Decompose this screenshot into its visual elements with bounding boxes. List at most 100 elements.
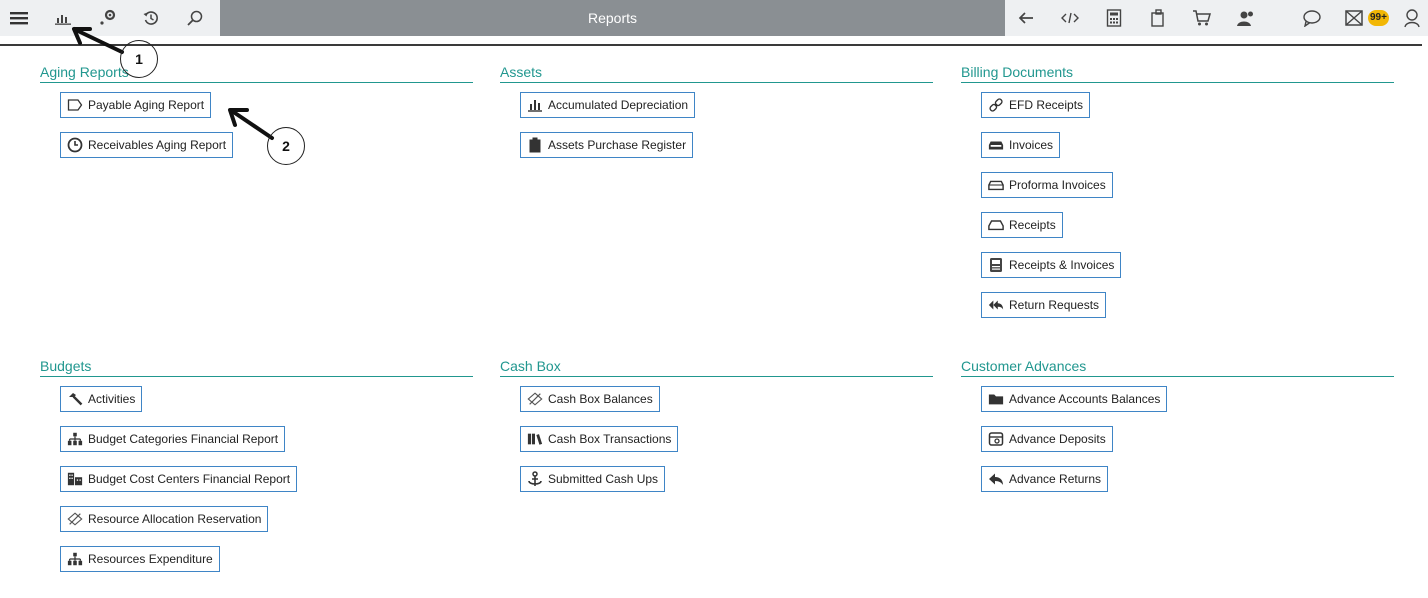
code-icon[interactable] bbox=[1059, 7, 1081, 29]
button-label: Cash Box Transactions bbox=[548, 432, 672, 446]
deposit-icon bbox=[988, 431, 1004, 447]
button-label: Advance Returns bbox=[1009, 472, 1102, 486]
search-icon[interactable] bbox=[184, 7, 206, 29]
invoices-button[interactable]: Invoices bbox=[981, 132, 1061, 158]
hammer-icon bbox=[67, 391, 83, 407]
button-label: Proforma Invoices bbox=[1009, 178, 1106, 192]
button-label: Resources Expenditure bbox=[88, 552, 213, 566]
page-title: Reports bbox=[587, 10, 638, 26]
section-divider bbox=[40, 376, 473, 377]
activities-button[interactable]: Activities bbox=[60, 386, 143, 412]
toolbar-title-area: Reports bbox=[220, 0, 1005, 36]
org-chart-icon bbox=[67, 551, 83, 567]
annotation-marker-2: 2 bbox=[267, 127, 305, 165]
section-cash-box: Cash Box Cash Box Balances Cash Box Tran… bbox=[500, 357, 933, 492]
clipboard-icon[interactable] bbox=[1147, 7, 1169, 29]
receipts-button[interactable]: Receipts bbox=[981, 212, 1063, 238]
section-title: Budgets bbox=[40, 358, 92, 374]
reports-chart-icon[interactable] bbox=[52, 7, 74, 29]
section-title: Assets bbox=[500, 64, 543, 80]
button-label: Receipts bbox=[1009, 218, 1056, 232]
tag-icon bbox=[67, 97, 83, 113]
button-label: Assets Purchase Register bbox=[548, 138, 687, 152]
advance-accounts-balances-button[interactable]: Advance Accounts Balances bbox=[981, 386, 1168, 412]
building-icon bbox=[67, 471, 83, 487]
assets-purchase-register-button[interactable]: Assets Purchase Register bbox=[520, 132, 694, 158]
section-divider bbox=[500, 376, 933, 377]
button-label: Receipts & Invoices bbox=[1009, 258, 1115, 272]
button-label: Accumulated Depreciation bbox=[548, 98, 689, 112]
cash-box-transactions-button[interactable]: Cash Box Transactions bbox=[520, 426, 679, 452]
button-label: Resource Allocation Reservation bbox=[88, 512, 262, 526]
button-label: Advance Deposits bbox=[1009, 432, 1106, 446]
return-requests-button[interactable]: Return Requests bbox=[981, 292, 1107, 318]
toolbar-right bbox=[1005, 0, 1428, 36]
folder-icon bbox=[988, 391, 1004, 407]
section-budgets: Budgets Activities Budget Categories Fin… bbox=[40, 357, 473, 572]
button-label: Advance Accounts Balances bbox=[1009, 392, 1161, 406]
proforma-invoices-button[interactable]: Proforma Invoices bbox=[981, 172, 1113, 198]
button-label: Return Requests bbox=[1009, 298, 1100, 312]
mail-icon[interactable] bbox=[1343, 7, 1365, 29]
tag-slash-icon bbox=[527, 391, 543, 407]
button-label: Activities bbox=[88, 392, 136, 406]
notification-badge: 99+ bbox=[1368, 10, 1389, 26]
payable-aging-report-button[interactable]: Payable Aging Report bbox=[60, 92, 212, 118]
button-label: Budget Categories Financial Report bbox=[88, 432, 279, 446]
org-chart-icon bbox=[67, 431, 83, 447]
button-label: Invoices bbox=[1009, 138, 1054, 152]
tray-outline-icon bbox=[988, 177, 1004, 193]
section-divider bbox=[40, 82, 473, 83]
receivables-aging-report-button[interactable]: Receivables Aging Report bbox=[60, 132, 234, 158]
cash-box-balances-button[interactable]: Cash Box Balances bbox=[520, 386, 660, 412]
anchor-icon bbox=[527, 471, 543, 487]
menu-icon[interactable] bbox=[8, 7, 30, 29]
chat-icon[interactable] bbox=[1301, 7, 1323, 29]
advance-returns-button[interactable]: Advance Returns bbox=[981, 466, 1109, 492]
section-assets: Assets Accumulated Depreciation Assets P… bbox=[500, 63, 933, 158]
settings-link-icon[interactable] bbox=[96, 7, 118, 29]
toolbar-left bbox=[0, 0, 220, 36]
button-label: Cash Box Balances bbox=[548, 392, 653, 406]
reply-icon bbox=[988, 471, 1004, 487]
top-toolbar: Reports 99+ bbox=[0, 0, 1428, 36]
section-title: Customer Advances bbox=[961, 358, 1087, 374]
clock-icon bbox=[67, 137, 83, 153]
button-label: Submitted Cash Ups bbox=[548, 472, 659, 486]
accumulated-depreciation-button[interactable]: Accumulated Depreciation bbox=[520, 92, 696, 118]
users-icon[interactable] bbox=[1235, 7, 1257, 29]
section-title: Cash Box bbox=[500, 358, 561, 374]
button-label: EFD Receipts bbox=[1009, 98, 1084, 112]
toolbar-divider bbox=[0, 44, 1422, 46]
section-title: Billing Documents bbox=[961, 64, 1074, 80]
section-billing-documents: Billing Documents EFD Receipts Invoices … bbox=[961, 63, 1394, 318]
efd-receipts-button[interactable]: EFD Receipts bbox=[981, 92, 1091, 118]
receipts-and-invoices-button[interactable]: Receipts & Invoices bbox=[981, 252, 1122, 278]
link-icon bbox=[988, 97, 1004, 113]
budget-cost-centers-financial-report-button[interactable]: Budget Cost Centers Financial Report bbox=[60, 466, 298, 492]
tag-slash-icon bbox=[67, 511, 83, 527]
resources-expenditure-button[interactable]: Resources Expenditure bbox=[60, 546, 220, 572]
button-label: Receivables Aging Report bbox=[88, 138, 227, 152]
advance-deposits-button[interactable]: Advance Deposits bbox=[981, 426, 1113, 452]
section-title: Aging Reports bbox=[40, 64, 129, 80]
user-profile-icon[interactable] bbox=[1401, 7, 1423, 29]
button-label: Payable Aging Report bbox=[88, 98, 205, 112]
annotation-marker-1: 1 bbox=[120, 40, 158, 78]
calculator-icon[interactable] bbox=[1103, 7, 1125, 29]
section-divider bbox=[961, 376, 1394, 377]
printer-icon bbox=[988, 257, 1004, 273]
cart-icon[interactable] bbox=[1191, 7, 1213, 29]
budget-categories-financial-report-button[interactable]: Budget Categories Financial Report bbox=[60, 426, 286, 452]
bar-chart-icon bbox=[527, 97, 543, 113]
resource-allocation-reservation-button[interactable]: Resource Allocation Reservation bbox=[60, 506, 269, 532]
clipboard-icon bbox=[527, 137, 543, 153]
section-divider bbox=[500, 82, 933, 83]
history-icon[interactable] bbox=[140, 7, 162, 29]
button-label: Budget Cost Centers Financial Report bbox=[88, 472, 291, 486]
back-arrow-icon[interactable] bbox=[1015, 7, 1037, 29]
tray-icon bbox=[988, 137, 1004, 153]
submitted-cash-ups-button[interactable]: Submitted Cash Ups bbox=[520, 466, 666, 492]
inbox-icon bbox=[988, 217, 1004, 233]
section-aging-reports: Aging Reports Payable Aging Report Recei… bbox=[40, 63, 473, 158]
